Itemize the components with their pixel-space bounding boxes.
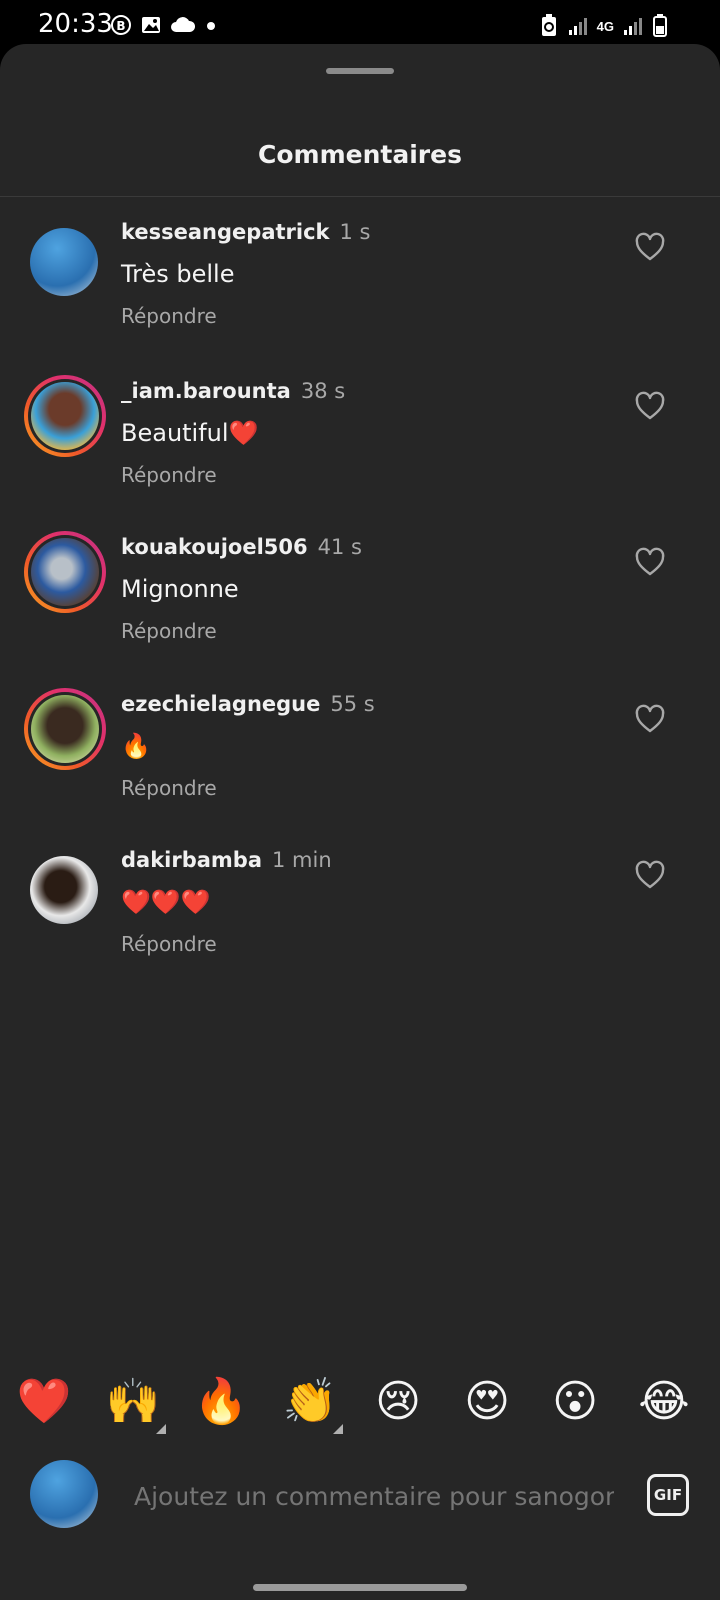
comment-header: dakirbamba 1 min (121, 848, 332, 872)
comment-header: _iam.barounta 38 s (121, 379, 345, 403)
timestamp: 55 s (330, 692, 375, 716)
reaction-heart-eyes-button[interactable]: 😍 (459, 1374, 515, 1430)
variant-indicator-icon (333, 1424, 343, 1434)
current-user-avatar (30, 1460, 98, 1528)
reply-button[interactable]: Répondre (121, 463, 217, 487)
reaction-heart-button[interactable]: ❤️ (16, 1374, 72, 1430)
status-right-icons: 4G (539, 14, 668, 38)
avatar[interactable] (24, 531, 106, 613)
home-indicator[interactable] (253, 1584, 467, 1591)
gif-button[interactable]: GIF (647, 1474, 689, 1516)
avatar-image (31, 538, 99, 606)
avatar-image (31, 382, 99, 450)
reply-button[interactable]: Répondre (121, 776, 217, 800)
reaction-laughing-button[interactable]: 😂 (636, 1374, 692, 1430)
cloud-icon (171, 17, 196, 32)
dot-icon (207, 22, 215, 30)
username[interactable]: kouakoujoel506 (121, 535, 308, 559)
reply-button[interactable]: Répondre (121, 932, 217, 956)
avatar[interactable] (30, 228, 98, 296)
avatar[interactable] (24, 688, 106, 770)
username[interactable]: dakirbamba (121, 848, 262, 872)
reply-button[interactable]: Répondre (121, 304, 217, 328)
comment-composer: GIF (0, 1452, 720, 1542)
divider (0, 196, 720, 197)
comment-item: kesseangepatrick 1 s Très belle Répondre (0, 220, 720, 372)
username[interactable]: ezechielagnegue (121, 692, 320, 716)
username[interactable]: kesseangepatrick (121, 220, 330, 244)
timestamp: 38 s (300, 379, 346, 403)
heart-icon[interactable] (634, 704, 666, 734)
signal-icon (624, 18, 642, 35)
comment-text: Très belle (121, 260, 235, 288)
status-bar: 20:33 B 4G (0, 0, 720, 48)
svg-text:B: B (116, 19, 125, 33)
comment-text: 🔥 (121, 732, 151, 760)
reaction-raising-hands-button[interactable]: 🙌 (105, 1374, 161, 1430)
comment-input[interactable] (134, 1476, 614, 1516)
avatar-ring-gap (28, 379, 102, 453)
reaction-clap-button[interactable]: 👏 (282, 1374, 338, 1430)
comment-header: ezechielagnegue 55 s (121, 692, 375, 716)
variant-indicator-icon (156, 1424, 166, 1434)
avatar-ring-gap (28, 692, 102, 766)
status-time: 20:33 (38, 9, 113, 39)
username[interactable]: _iam.barounta (121, 379, 291, 403)
heart-icon[interactable] (634, 547, 666, 577)
reaction-crying-button[interactable]: 😢 (370, 1374, 426, 1430)
signal-icon (568, 18, 587, 35)
comment-text: Beautiful❤️ (121, 419, 259, 447)
avatar-ring-gap (28, 535, 102, 609)
comment-text: Mignonne (121, 575, 239, 603)
comment-item: kouakoujoel506 41 s Mignonne Répondre (0, 531, 720, 681)
avatar[interactable] (24, 375, 106, 457)
timestamp: 41 s (317, 535, 362, 559)
avatar-image (30, 856, 98, 924)
gallery-icon (142, 17, 160, 33)
avatar-image (30, 228, 98, 296)
reaction-surprised-button[interactable]: 😮 (547, 1374, 603, 1430)
comment-item: ezechielagnegue 55 s 🔥 Répondre (0, 688, 720, 838)
heart-icon[interactable] (634, 232, 666, 262)
comment-item: dakirbamba 1 min ❤️❤️❤️ Répondre (0, 848, 720, 1000)
timestamp: 1 min (272, 848, 332, 872)
comment-header: kesseangepatrick 1 s (121, 220, 370, 244)
recycle-battery-icon (541, 14, 556, 36)
reaction-fire-button[interactable]: 🔥 (193, 1374, 249, 1430)
sheet-title: Commentaires (258, 140, 462, 169)
b-badge-icon: B (111, 15, 131, 35)
network-type: 4G (596, 18, 614, 34)
comment-item: _iam.barounta 38 s Beautiful❤️ Répondre (0, 375, 720, 525)
timestamp: 1 s (339, 220, 371, 244)
heart-icon[interactable] (634, 860, 666, 890)
battery-icon (653, 14, 667, 37)
reply-button[interactable]: Répondre (121, 619, 217, 643)
status-left-icons: B (110, 14, 218, 36)
comment-header: kouakoujoel506 41 s (121, 535, 362, 559)
comment-text: ❤️❤️❤️ (121, 888, 211, 916)
drag-handle[interactable] (326, 68, 394, 74)
avatar-image (31, 695, 99, 763)
quick-reactions-bar: ❤️ 🙌 🔥 👏 😢 😍 😮 😂 (0, 1374, 720, 1434)
avatar[interactable] (30, 856, 98, 924)
comments-sheet: Commentaires kesseangepatrick 1 s Très be… (0, 44, 720, 1600)
heart-icon[interactable] (634, 391, 666, 421)
